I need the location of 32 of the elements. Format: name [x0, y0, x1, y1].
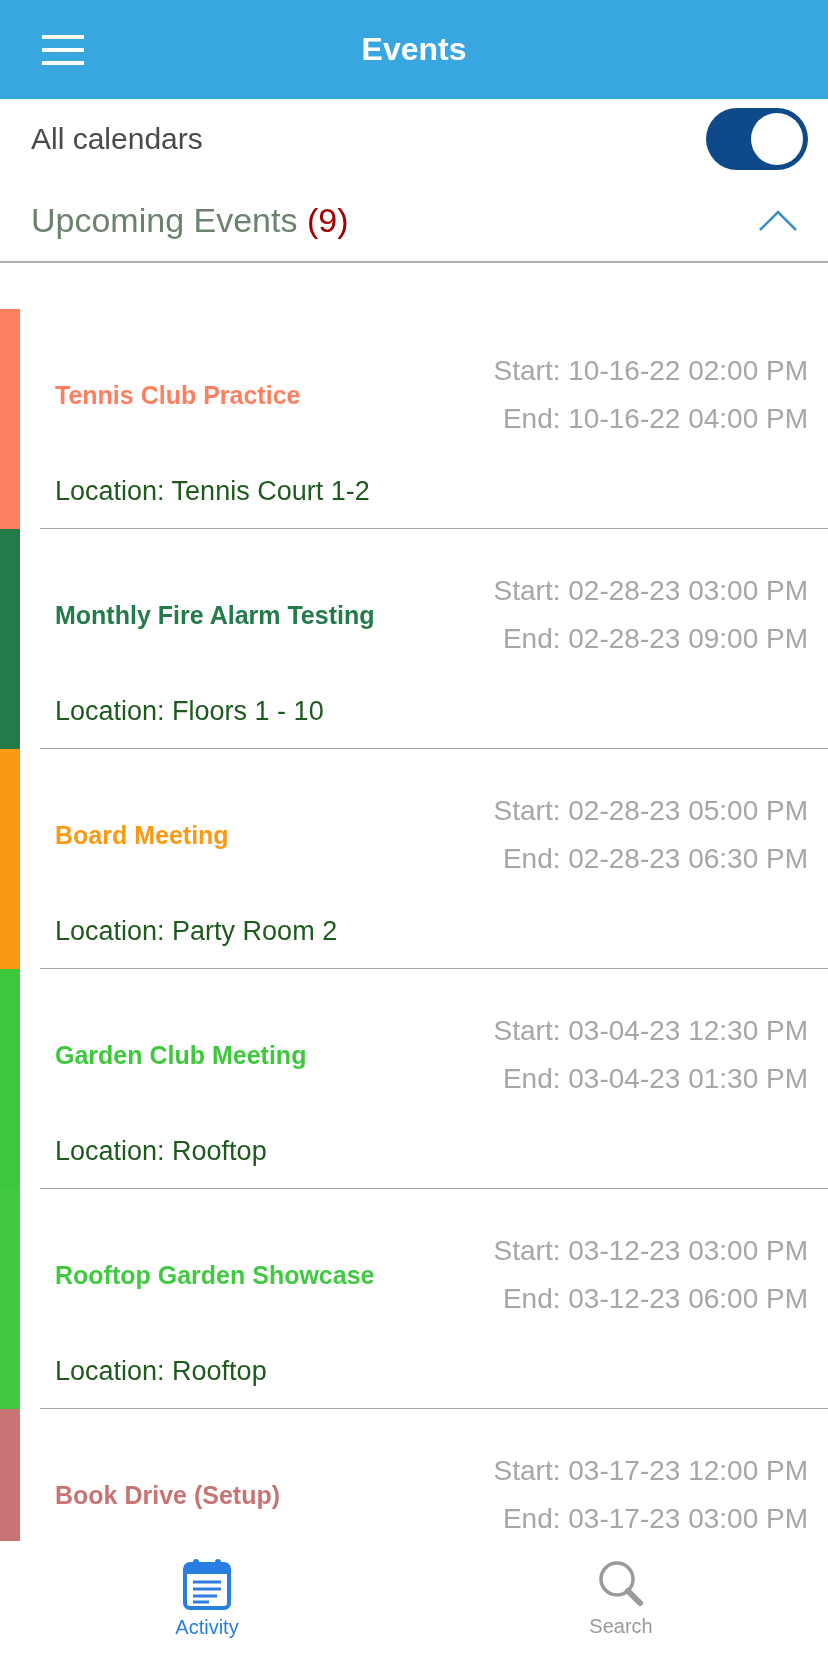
start-time: Start: 03-17-23 12:00 PM	[493, 1454, 808, 1488]
event-location: Location: Floors 1 - 10	[55, 695, 324, 728]
search-icon	[597, 1558, 645, 1609]
event-location: Location: Rooftop	[55, 1355, 267, 1388]
tab-item[interactable]: Search	[414, 1541, 828, 1655]
event-title[interactable]: Garden Club Meeting	[55, 1040, 494, 1070]
end-time: End: 10-16-22 04:00 PM	[502, 402, 808, 436]
start-time: Start: 03-12-23 03:00 PM	[493, 1234, 808, 1268]
event-location: Location: Party Room 2	[55, 915, 338, 948]
start-time: Start: 03-04-23 12:30 PM	[493, 1014, 808, 1048]
calendar-icon	[183, 1557, 231, 1610]
start-time: Start: 10-16-22 02:00 PM	[493, 354, 808, 388]
end-time: End: 03-04-23 01:30 PM	[502, 1062, 808, 1096]
end-time: End: 02-28-23 09:00 PM	[502, 622, 808, 656]
event-location: Location: Rooftop	[55, 1135, 267, 1168]
toggle-label: All calendars	[31, 122, 203, 156]
section-title: Upcoming Events (9)	[31, 200, 349, 240]
end-time: End: 03-17-23 03:00 PM	[502, 1502, 808, 1536]
tab-item[interactable]: Activity	[0, 1541, 414, 1655]
event-title[interactable]: Rooftop Garden Showcase	[55, 1260, 494, 1290]
header-title: Events	[361, 31, 467, 68]
event-title[interactable]: Monthly Fire Alarm Testing	[55, 600, 494, 630]
event-location: Location: Tennis Court 1-2	[55, 475, 370, 508]
start-time: Start: 02-28-23 05:00 PM	[493, 794, 808, 828]
menu-icon[interactable]	[42, 34, 84, 66]
event-title[interactable]: Tennis Club Practice	[55, 380, 494, 410]
start-time: Start: 02-28-23 03:00 PM	[493, 574, 808, 608]
end-time: End: 03-12-23 06:00 PM	[502, 1282, 808, 1316]
chevron-up-icon[interactable]	[758, 208, 798, 232]
end-time: End: 02-28-23 06:30 PM	[502, 842, 808, 876]
event-title[interactable]: Board Meeting	[55, 820, 494, 850]
event-title[interactable]: Book Drive (Setup)	[55, 1480, 494, 1510]
